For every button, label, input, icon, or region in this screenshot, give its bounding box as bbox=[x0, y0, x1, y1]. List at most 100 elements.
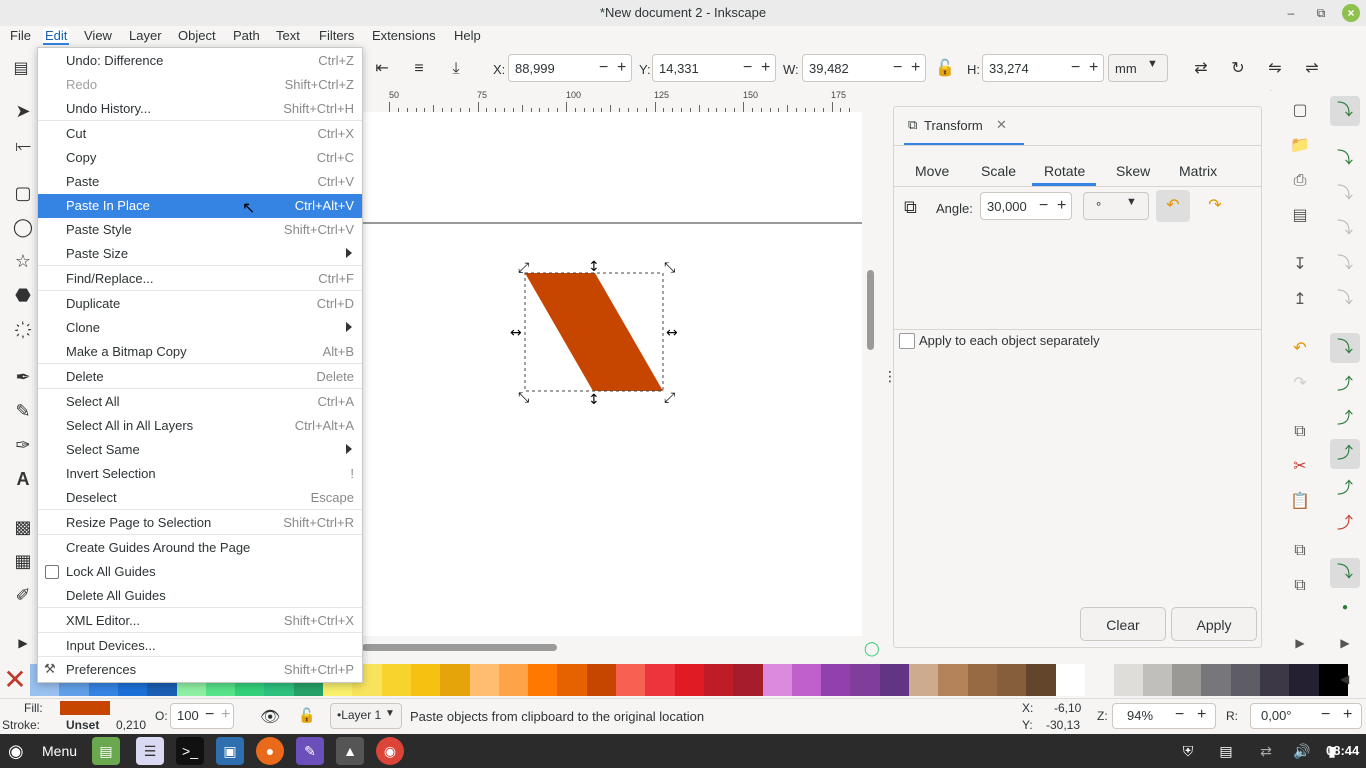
x-field[interactable]: 88,999 − + bbox=[508, 54, 632, 82]
color-swatch[interactable] bbox=[1201, 664, 1232, 696]
lock-icon[interactable]: 🔓 bbox=[930, 54, 960, 84]
color-swatch[interactable] bbox=[528, 664, 558, 696]
apply-button[interactable]: Apply bbox=[1171, 607, 1257, 641]
tab-move[interactable]: Move bbox=[915, 163, 949, 179]
menu-item-delete-all-guides[interactable]: Delete All Guides bbox=[38, 584, 362, 608]
snap-grid-icon[interactable]: ● bbox=[1330, 593, 1360, 623]
color-swatch[interactable] bbox=[967, 664, 998, 696]
menu-filters[interactable]: Filters bbox=[317, 28, 356, 43]
expand-snap-icon[interactable]: ▶ bbox=[1330, 628, 1360, 658]
menu-text[interactable]: Text bbox=[274, 28, 302, 43]
expand-commands-icon[interactable]: ▶ bbox=[1285, 628, 1315, 658]
mesh-tool-icon[interactable]: ▦ bbox=[8, 546, 38, 576]
rotation-field[interactable]: 0,00° − + bbox=[1250, 703, 1362, 729]
volume-icon[interactable]: 🔊 bbox=[1288, 737, 1316, 765]
network-icon[interactable]: ⇄ bbox=[1252, 737, 1280, 765]
tab-scale[interactable]: Scale bbox=[981, 163, 1016, 179]
menu-item-create-guides-around-the-page[interactable]: Create Guides Around the Page bbox=[38, 536, 362, 560]
plus-icon[interactable]: + bbox=[1343, 706, 1352, 724]
menu-help[interactable]: Help bbox=[452, 28, 483, 43]
start-menu-button[interactable]: ◉ Menu bbox=[6, 737, 82, 765]
color-swatch[interactable] bbox=[791, 664, 822, 696]
plus-icon[interactable]: + bbox=[221, 706, 230, 724]
expand-tools-icon[interactable]: ▶ bbox=[8, 628, 38, 658]
color-swatch[interactable] bbox=[1113, 664, 1144, 696]
clipboard-icon[interactable]: ▤ bbox=[1212, 737, 1240, 765]
resize-handle-nw-icon[interactable]: ⤢ bbox=[518, 260, 529, 276]
undo-icon[interactable]: ↶ bbox=[1285, 334, 1315, 364]
resize-handle-w-icon[interactable]: ↔ bbox=[510, 325, 522, 341]
color-swatch[interactable] bbox=[850, 664, 881, 696]
copy-icon[interactable]: ⧉ bbox=[1285, 417, 1315, 447]
transform-patterns-icon[interactable]: ⇌ bbox=[1297, 54, 1327, 84]
screenshot-icon[interactable]: ▣ bbox=[216, 737, 244, 765]
layer-select[interactable]: •Layer 1 ▼ bbox=[330, 703, 402, 729]
horizontal-scrollbar[interactable] bbox=[362, 636, 862, 658]
menu-item-undo-history[interactable]: Undo History... Shift+Ctrl+H bbox=[38, 97, 362, 121]
minus-icon[interactable]: − bbox=[205, 706, 214, 724]
spiral-tool-icon[interactable]: ҉ bbox=[8, 314, 38, 344]
menu-item-select-all[interactable]: Select All Ctrl+A bbox=[38, 390, 362, 414]
color-swatch[interactable] bbox=[674, 664, 705, 696]
resize-handle-n-icon[interactable]: ↕ bbox=[588, 259, 600, 275]
color-swatch[interactable] bbox=[996, 664, 1027, 696]
menu-item-paste[interactable]: Paste Ctrl+V bbox=[38, 170, 362, 194]
parallelogram-shape[interactable] bbox=[525, 273, 663, 391]
menu-item-undo-difference[interactable]: Undo: Difference Ctrl+Z bbox=[38, 49, 362, 73]
opacity-field[interactable]: 100 − + bbox=[170, 703, 234, 729]
color-swatch[interactable] bbox=[1289, 664, 1320, 696]
resize-handle-sw-icon[interactable]: ⤡ bbox=[518, 390, 529, 406]
menu-item-clone[interactable]: Clone bbox=[38, 316, 362, 340]
chrome-icon[interactable]: ◉ bbox=[376, 737, 404, 765]
layer-lock-icon[interactable]: 🔓 bbox=[298, 707, 315, 724]
resize-handle-e-icon[interactable]: ↔ bbox=[666, 325, 678, 341]
shield-icon[interactable]: ⛨ bbox=[1174, 737, 1202, 765]
snap-cusp-icon[interactable]: ⤴ bbox=[1330, 474, 1360, 504]
menu-item-find-replace[interactable]: Find/Replace... Ctrl+F bbox=[38, 267, 362, 291]
menu-edit[interactable]: Edit bbox=[43, 28, 70, 45]
menu-item-make-a-bitmap-copy[interactable]: Make a Bitmap Copy Alt+B bbox=[38, 340, 362, 364]
rotate-ccw-icon[interactable]: ↶ bbox=[1156, 190, 1190, 222]
cut-icon[interactable]: ✂ bbox=[1285, 452, 1315, 482]
scale-corners-icon[interactable]: ↻ bbox=[1223, 54, 1253, 84]
color-swatch[interactable] bbox=[938, 664, 969, 696]
minus-icon[interactable]: − bbox=[599, 59, 608, 77]
color-swatch[interactable] bbox=[557, 664, 588, 696]
snap-nodes-icon[interactable]: ⤵ bbox=[1330, 333, 1360, 363]
canvas[interactable]: ⤢ ↕ ⤡ ↔ ↔ ⤡ ↕ ⤢ bbox=[362, 112, 862, 636]
tab-matrix[interactable]: Matrix bbox=[1179, 163, 1217, 179]
plus-icon[interactable]: + bbox=[761, 59, 770, 77]
color-swatch[interactable] bbox=[498, 664, 529, 696]
lock-guides-checkbox[interactable] bbox=[45, 565, 59, 579]
plus-icon[interactable]: + bbox=[1089, 59, 1098, 77]
minimize-icon[interactable]: – bbox=[1282, 4, 1300, 22]
color-swatch[interactable] bbox=[381, 664, 412, 696]
color-swatch[interactable] bbox=[703, 664, 734, 696]
apply-each-checkbox[interactable] bbox=[899, 333, 915, 349]
inkscape-icon[interactable]: ▲ bbox=[336, 737, 364, 765]
snap-corners-icon[interactable]: ⤵ bbox=[1330, 214, 1360, 244]
color-swatch[interactable] bbox=[879, 664, 910, 696]
h-field[interactable]: 33,274 − + bbox=[982, 54, 1104, 82]
menu-item-lock-all-guides[interactable]: Lock All Guides bbox=[38, 560, 362, 584]
snap-midpoints-icon[interactable]: ⤵ bbox=[1330, 249, 1360, 279]
resize-handle-s-icon[interactable]: ↕ bbox=[588, 392, 600, 408]
close-icon[interactable]: ✕ bbox=[996, 117, 1007, 133]
minus-icon[interactable]: − bbox=[1039, 197, 1048, 215]
menu-item-paste-size[interactable]: Paste Size bbox=[38, 242, 362, 266]
color-swatch[interactable] bbox=[410, 664, 441, 696]
menu-view[interactable]: View bbox=[82, 28, 114, 43]
zoom-field[interactable]: 94% − + bbox=[1112, 703, 1216, 729]
paste-icon[interactable]: 📋 bbox=[1285, 487, 1315, 517]
minus-icon[interactable]: − bbox=[1071, 59, 1080, 77]
snap-edges-icon[interactable]: ⤵ bbox=[1330, 179, 1360, 209]
rectangle-tool-icon[interactable]: ▢ bbox=[8, 178, 38, 208]
vertical-scrollbar[interactable]: ◯ bbox=[862, 90, 880, 656]
color-swatch[interactable] bbox=[1142, 664, 1173, 696]
import-icon[interactable]: ↧ bbox=[1285, 250, 1315, 280]
close-icon[interactable]: × bbox=[1342, 4, 1360, 22]
w-field[interactable]: 39,482 − + bbox=[802, 54, 926, 82]
palette-menu-icon[interactable]: ◀ bbox=[1340, 672, 1349, 686]
align-bottom-icon[interactable]: ⤓ bbox=[441, 54, 471, 84]
firefox-icon[interactable]: ● bbox=[256, 737, 284, 765]
